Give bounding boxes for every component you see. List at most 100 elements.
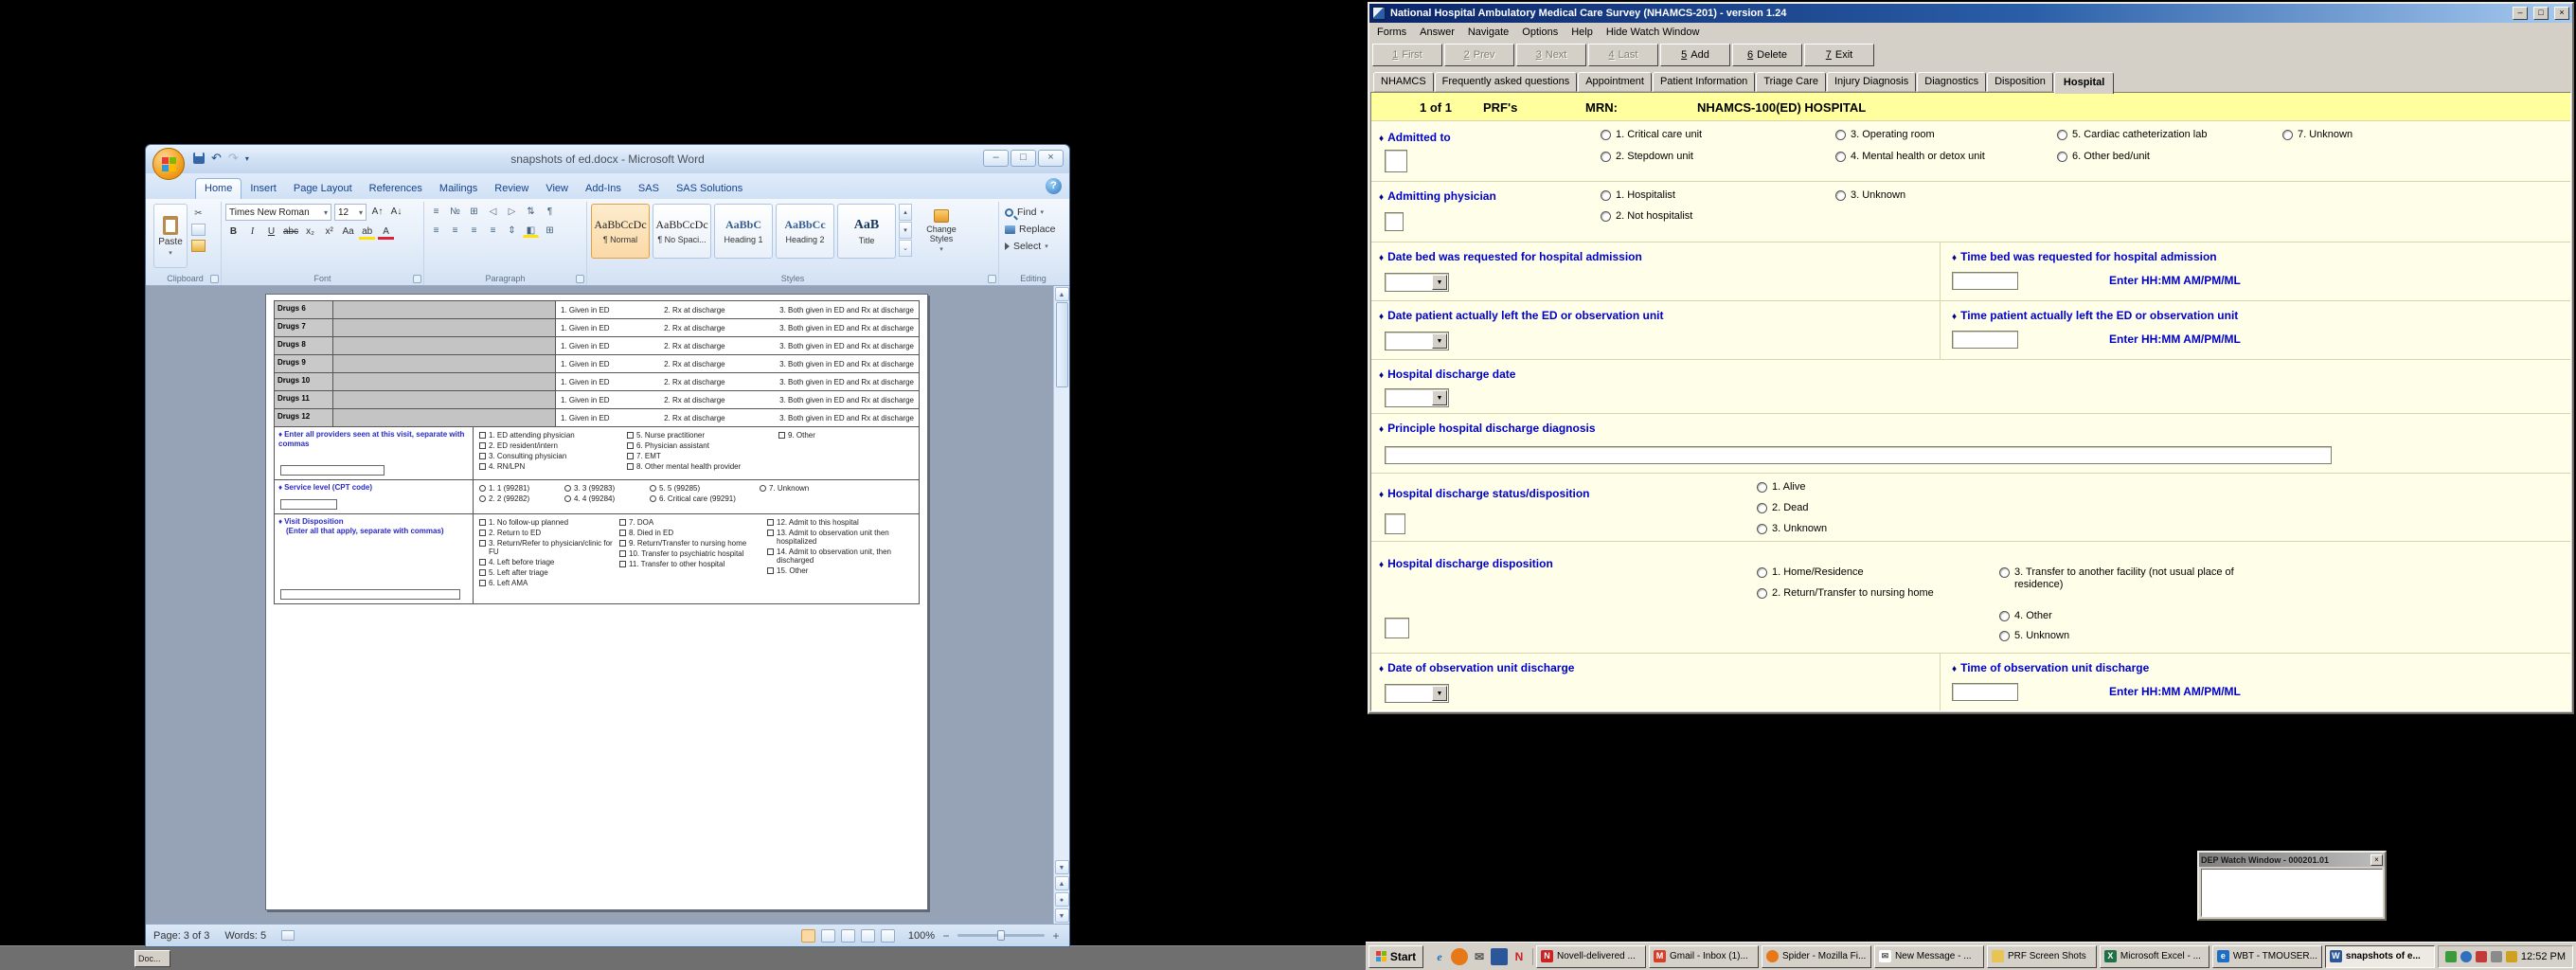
first-button[interactable]: 1First	[1372, 44, 1442, 66]
zoom-in-button[interactable]: +	[1050, 929, 1062, 943]
close-button[interactable]: ×	[2554, 7, 2569, 20]
taskbar-button-mozilla[interactable]: Spider - Mozilla Fi...	[1762, 945, 1871, 968]
vertical-scrollbar[interactable]: ▲ ▼ ▲ ● ▼	[1053, 286, 1069, 924]
checkbox-option[interactable]: 8. Died in ED	[619, 529, 754, 537]
radio-option[interactable]: 4. 4 (99284)	[564, 494, 645, 503]
replace-button[interactable]: Replace	[1003, 221, 1064, 238]
close-button[interactable]: ×	[1038, 150, 1064, 167]
add-button[interactable]: 5Add	[1660, 44, 1730, 66]
checkbox-option[interactable]: 12. Admit to this hospital	[767, 518, 902, 527]
firefox-icon[interactable]	[1451, 948, 1468, 965]
change-styles-button[interactable]: Change Styles ▾	[915, 204, 968, 259]
tab-hospital[interactable]: Hospital	[2054, 72, 2114, 94]
checkbox-option[interactable]: 4. RN/LPN	[479, 462, 621, 471]
maximize-button[interactable]: □	[2533, 7, 2549, 20]
diagnosis-input[interactable]	[1385, 446, 2332, 464]
sort-icon[interactable]: ⇅	[523, 204, 539, 219]
checkbox-option[interactable]: 7. DOA	[619, 518, 754, 527]
styles-scroll-up-icon[interactable]: ▴	[899, 204, 912, 221]
tab-faq[interactable]: Frequently asked questions	[1435, 72, 1578, 92]
clipboard-dialog-launcher[interactable]	[210, 275, 219, 283]
radio-option[interactable]: 3. Operating room	[1835, 129, 1935, 141]
word-count-status[interactable]: Words: 5	[224, 930, 266, 942]
copy-icon[interactable]	[191, 224, 206, 236]
browse-previous-icon[interactable]: ▲	[1055, 876, 1069, 890]
internet-explorer-icon[interactable]: e	[1431, 948, 1448, 965]
save-icon[interactable]	[193, 153, 205, 164]
help-button[interactable]: ?	[1046, 178, 1062, 194]
dropdown-arrow-icon[interactable]: ▼	[1432, 390, 1447, 405]
outline-view-button[interactable]	[861, 929, 875, 943]
taskbar-button-snapshots[interactable]: Wsnapshots of e...	[2325, 945, 2435, 968]
select-button[interactable]: Select▾	[1003, 238, 1064, 255]
font-name-combo[interactable]: Times New Roman▾	[225, 204, 331, 221]
show-desktop-icon[interactable]	[1491, 948, 1508, 965]
radio-option[interactable]: 3. Unknown	[1757, 523, 1827, 535]
minimize-button[interactable]: –	[983, 150, 1009, 167]
checkbox-option[interactable]: 15. Other	[767, 566, 902, 575]
drug-input-cell[interactable]	[333, 355, 556, 372]
checkbox-option[interactable]: 3. Consulting physician	[479, 452, 621, 460]
scrollbar-thumb[interactable]	[1056, 302, 1068, 387]
start-button[interactable]: Start	[1368, 945, 1423, 968]
superscript-icon[interactable]: x²	[321, 225, 337, 240]
dropdown-arrow-icon[interactable]: ▼	[1432, 686, 1447, 701]
last-button[interactable]: 4Last	[1588, 44, 1658, 66]
radio-option[interactable]: 1. Alive	[1757, 481, 1805, 494]
service-level-input[interactable]	[280, 499, 337, 510]
tab-review[interactable]: Review	[486, 179, 537, 199]
drug-input-cell[interactable]	[333, 409, 556, 426]
radio-option[interactable]: 3. Unknown	[1835, 189, 1905, 202]
menu-forms[interactable]: Forms	[1370, 25, 1413, 40]
format-painter-icon[interactable]	[191, 240, 206, 252]
dropdown-arrow-icon[interactable]: ▼	[1432, 333, 1447, 349]
visit-disposition-input[interactable]	[280, 589, 460, 600]
taskbar-button-novell[interactable]: NNovell-delivered ...	[1536, 945, 1646, 968]
mail-icon[interactable]: ✉	[1471, 948, 1488, 965]
checkbox-option[interactable]: 2. ED resident/intern	[479, 441, 621, 450]
font-color-icon[interactable]: A	[378, 225, 394, 240]
numbering-icon[interactable]: №	[447, 204, 463, 219]
tab-add-ins[interactable]: Add-Ins	[577, 179, 630, 199]
discharge-date-dropdown[interactable]: ▼	[1385, 388, 1449, 407]
drug-input-cell[interactable]	[333, 319, 556, 336]
novell-icon[interactable]: N	[1511, 948, 1528, 965]
prev-button[interactable]: 2Prev	[1444, 44, 1514, 66]
radio-option[interactable]: 3. 3 (99283)	[564, 484, 645, 493]
style-normal[interactable]: AaBbCcDc ¶ Normal	[591, 204, 650, 259]
borders-icon[interactable]: ⊞	[542, 223, 558, 238]
qat-dropdown-icon[interactable]: ▾	[245, 154, 249, 163]
menu-help[interactable]: Help	[1565, 25, 1600, 40]
browse-object-icon[interactable]: ●	[1055, 892, 1069, 907]
checkbox-option[interactable]: 11. Transfer to other hospital	[619, 560, 754, 568]
justify-icon[interactable]: ≡	[485, 223, 501, 238]
radio-option[interactable]: 2. Return/Transfer to nursing home	[1757, 587, 1937, 600]
checkbox-option[interactable]: 6. Physician assistant	[627, 441, 769, 450]
menu-hide-watch-window[interactable]: Hide Watch Window	[1600, 25, 1707, 40]
discharge-status-input[interactable]	[1385, 513, 1405, 534]
styles-scroll-down-icon[interactable]: ▾	[899, 222, 912, 239]
tab-sas[interactable]: SAS	[630, 179, 668, 199]
restore-button[interactable]: □	[1011, 150, 1036, 167]
checkbox-option[interactable]: 4. Left before triage	[479, 558, 614, 566]
tab-disposition[interactable]: Disposition	[1987, 72, 2053, 92]
tab-page-layout[interactable]: Page Layout	[285, 179, 361, 199]
checkbox-option[interactable]: 2. Return to ED	[479, 529, 614, 537]
radio-option[interactable]: 2. Dead	[1757, 502, 1809, 514]
watch-window-title-bar[interactable]: DEP Watch Window - 000201.01 ×	[2199, 853, 2385, 867]
radio-option[interactable]: 3. Transfer to another facility (not usu…	[1999, 566, 2245, 591]
taskbar-button-new-message[interactable]: ✉New Message - ...	[1874, 945, 1984, 968]
radio-option[interactable]: 2. 2 (99282)	[479, 494, 560, 503]
menu-answer[interactable]: Answer	[1413, 25, 1461, 40]
zoom-level[interactable]: 100%	[908, 930, 935, 942]
radio-option[interactable]: 6. Other bed/unit	[2057, 151, 2150, 163]
drug-input-cell[interactable]	[333, 301, 556, 318]
radio-option[interactable]: 2. Stepdown unit	[1601, 151, 1693, 163]
change-case-icon[interactable]: Aa	[340, 225, 356, 240]
tab-references[interactable]: References	[361, 179, 431, 199]
taskbar-button-gmail[interactable]: MGmail - Inbox (1)...	[1649, 945, 1759, 968]
admitting-physician-input[interactable]	[1385, 212, 1404, 231]
radio-option[interactable]: 7. Unknown	[2282, 129, 2352, 141]
italic-icon[interactable]: I	[244, 225, 260, 240]
radio-option[interactable]: 5. 5 (99285)	[650, 484, 754, 493]
